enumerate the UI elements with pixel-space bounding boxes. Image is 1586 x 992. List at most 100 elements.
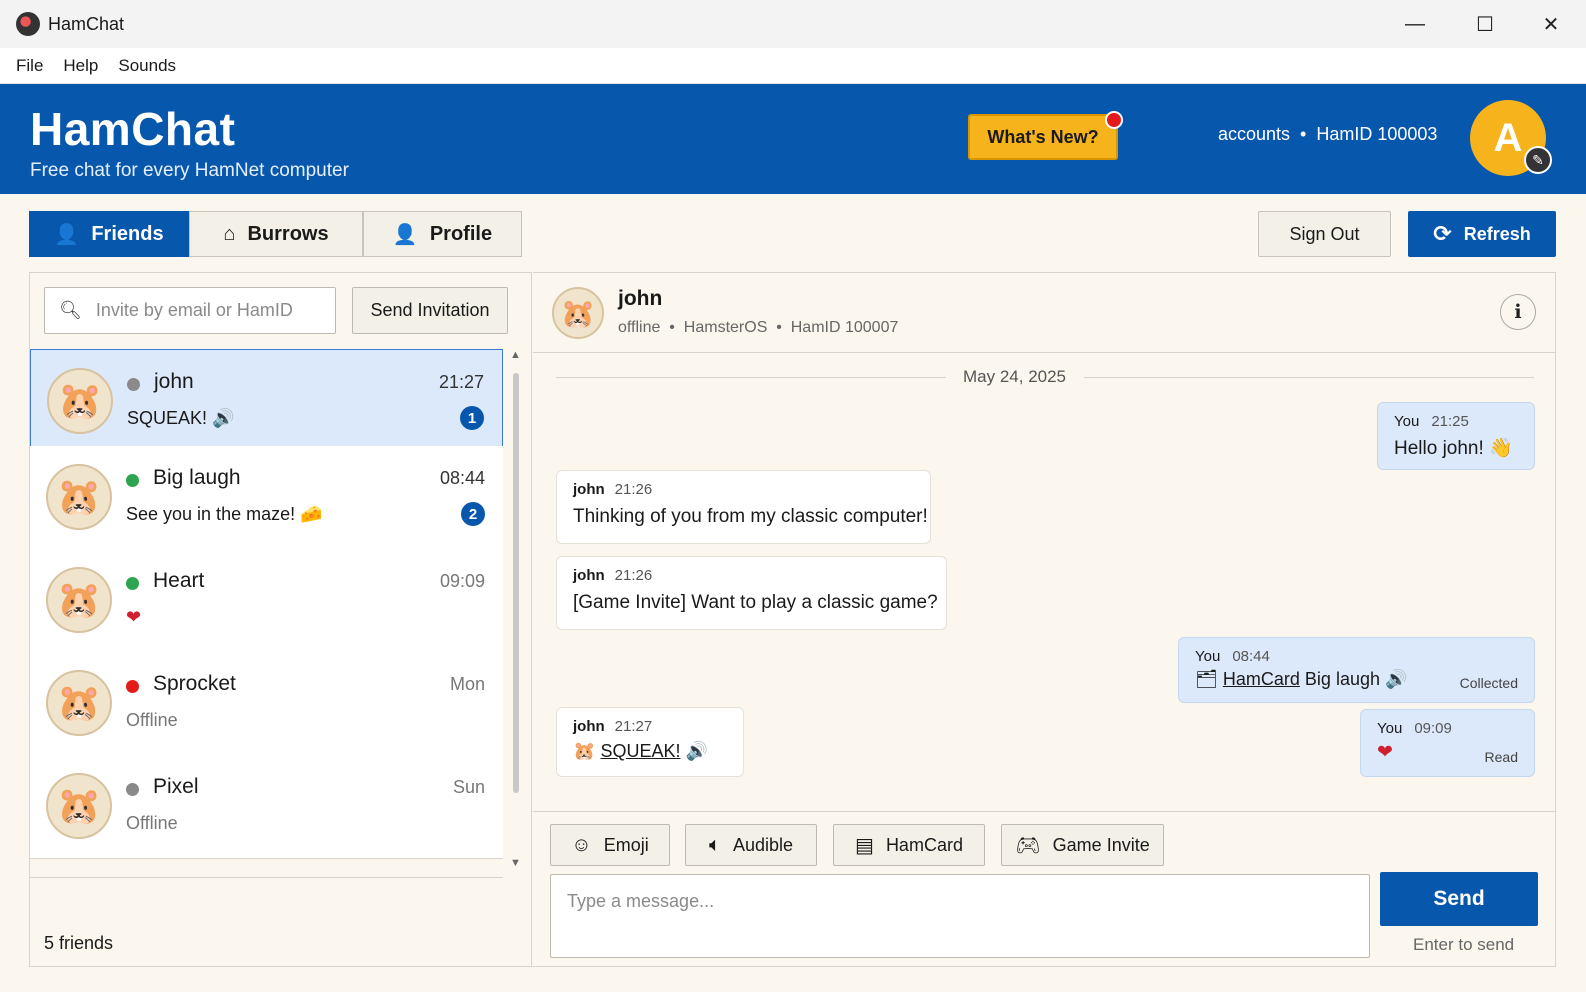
app-logo-icon [16, 12, 40, 36]
message-time: 21:26 [614, 567, 653, 584]
message-text: Thinking of you from my classic computer… [573, 506, 928, 527]
user-icon: 👤 [54, 223, 80, 246]
game-invite-button[interactable]: 🎮︎ Game Invite [1001, 824, 1164, 866]
info-icon[interactable]: i [1500, 294, 1536, 330]
menu-help[interactable]: Help [63, 56, 98, 76]
whats-new-button[interactable]: What's New? [968, 114, 1118, 160]
message-sender: You [1195, 648, 1221, 665]
status-dot [126, 577, 139, 590]
message-bubble-out[interactable]: You 21:25 Hello john! 👋 [1377, 402, 1535, 470]
hamcard-button[interactable]: ▤ HamCard [833, 824, 985, 866]
friend-preview: See you in the maze! 🧀 [126, 504, 323, 524]
squeak-link[interactable]: SQUEAK! [600, 741, 680, 761]
tool-label: Game Invite [1052, 834, 1150, 855]
invite-input[interactable] [95, 300, 316, 321]
message-sender: john [573, 718, 605, 735]
user-icon: 👤 [392, 223, 418, 246]
speaker-icon[interactable]: 🔊 [685, 741, 707, 761]
list-divider [30, 877, 503, 878]
message-status: Collected [1459, 675, 1518, 691]
minimize-button[interactable]: — [1380, 0, 1450, 48]
app-header: HamChat Free chat for every HamNet compu… [0, 84, 1586, 194]
friend-item-pixel[interactable]: 🐹 Pixel Sun Offline [30, 755, 503, 859]
message-text: Hello john! 👋 [1394, 438, 1513, 459]
tab-label: Burrows [247, 222, 329, 245]
scroll-up-icon[interactable]: ▲ [510, 349, 521, 361]
friends-count: 5 friends [44, 933, 114, 953]
status-dot [127, 378, 140, 391]
message-bubble-in[interactable]: john 21:26 Thinking of you from my classi… [556, 470, 931, 544]
tab-label: Profile [429, 222, 493, 245]
scroll-down-icon[interactable]: ▼ [510, 857, 521, 869]
hamster-icon: 🐹 [573, 741, 596, 761]
invite-search[interactable]: 🔍︎ [44, 287, 336, 334]
contact-name: john [618, 287, 663, 310]
message-text: [Game Invite] Want to play a classic gam… [573, 592, 938, 613]
tab-friends[interactable]: 👤 Friends [29, 211, 189, 257]
contact-details: offline • HamsterOS • HamID 100007 [618, 319, 899, 336]
menu-sounds[interactable]: Sounds [118, 56, 176, 76]
friend-item-big-laugh[interactable]: 🐹 Big laugh 08:44 See you in the maze! 🧀… [30, 446, 503, 550]
refresh-button[interactable]: ⟳ Refresh [1408, 211, 1556, 257]
menu-file[interactable]: File [16, 56, 43, 76]
hamcard-link[interactable]: HamCard [1223, 669, 1300, 689]
date-line-right [1084, 377, 1534, 378]
status-dot [126, 783, 139, 796]
message-time: 08:44 [1232, 648, 1270, 665]
composer-divider [533, 811, 1556, 812]
maximize-button[interactable]: ☐ [1450, 0, 1520, 48]
send-invitation-button[interactable]: Send Invitation [352, 287, 508, 334]
hamster-avatar: 🐹 [46, 670, 112, 736]
status-dot [126, 474, 139, 487]
friend-item-sprocket[interactable]: 🐹 Sprocket Mon Offline [30, 652, 503, 756]
home-icon: ⌂ [223, 222, 236, 245]
message-time: 21:25 [1431, 413, 1469, 430]
tool-label: HamCard [885, 834, 963, 855]
refresh-label: Refresh [1463, 223, 1531, 244]
friend-time: 09:09 [439, 571, 485, 591]
hamster-avatar: 🐹 [47, 368, 113, 434]
message-bubble-out[interactable]: You 09:09 ❤ Read [1360, 709, 1535, 777]
friend-list-scrollbar[interactable]: ▲ ▼ [508, 349, 524, 877]
friend-time: Sun [452, 777, 485, 797]
card-icon: ▤ [855, 834, 874, 857]
unread-badge: 2 [461, 502, 485, 526]
unread-badge: 1 [460, 406, 484, 430]
message-bubble-out[interactable]: You 08:44 🗂 HamCard Big laugh 🔊 Collected [1178, 637, 1535, 703]
smiley-icon: ☺ [571, 833, 592, 856]
pencil-icon[interactable]: ✎ [1524, 146, 1552, 174]
friend-name: Pixel [153, 775, 199, 798]
enter-to-send-hint: Enter to send [1413, 935, 1515, 954]
tab-profile[interactable]: 👤 Profile [363, 211, 522, 257]
search-icon: 🔍︎ [59, 300, 82, 320]
message-input[interactable] [550, 874, 1370, 958]
friend-item-john[interactable]: 🐹 john 21:27 SQUEAK! 🔊 1 [30, 349, 503, 453]
date-separator: May 24, 2025 [963, 367, 1067, 386]
tool-label: Emoji [603, 834, 649, 855]
emoji-button[interactable]: ☺ Emoji [550, 824, 670, 866]
friend-name: Big laugh [153, 466, 241, 489]
friend-name: Heart [153, 569, 205, 592]
audible-button[interactable]: 🔈︎ Audible [685, 824, 817, 866]
tab-burrows[interactable]: ⌂ Burrows [189, 211, 363, 257]
sign-out-button[interactable]: Sign Out [1258, 211, 1391, 257]
message-time: 21:26 [614, 481, 653, 498]
friend-item-heart[interactable]: 🐹 Heart 09:09 ❤ [30, 549, 503, 653]
hamster-avatar: 🐹 [46, 567, 112, 633]
chat-header-divider [533, 352, 1556, 353]
message-bubble-in[interactable]: john 21:26 [Game Invite] Want to play a c… [556, 556, 947, 630]
message-sender: john [573, 481, 605, 498]
notification-dot [1105, 111, 1123, 129]
friend-preview: SQUEAK! 🔊 [127, 408, 235, 428]
refresh-icon: ⟳ [1433, 221, 1452, 246]
tool-label: Audible [732, 834, 794, 855]
friend-list: 🐹 john 21:27 SQUEAK! 🔊 1 🐹 Big laugh 08:… [30, 349, 503, 877]
send-button[interactable]: Send [1380, 872, 1538, 926]
message-sender: john [573, 567, 605, 584]
friend-time: 21:27 [438, 372, 484, 392]
scroll-thumb[interactable] [513, 373, 519, 793]
close-button[interactable]: ✕ [1516, 0, 1586, 48]
brand-tagline: Free chat for every HamNet computer [30, 160, 349, 181]
message-bubble-in[interactable]: john 21:27 🐹 SQUEAK! 🔊 [556, 707, 744, 777]
message-text: Big laugh 🔊 [1304, 669, 1408, 689]
